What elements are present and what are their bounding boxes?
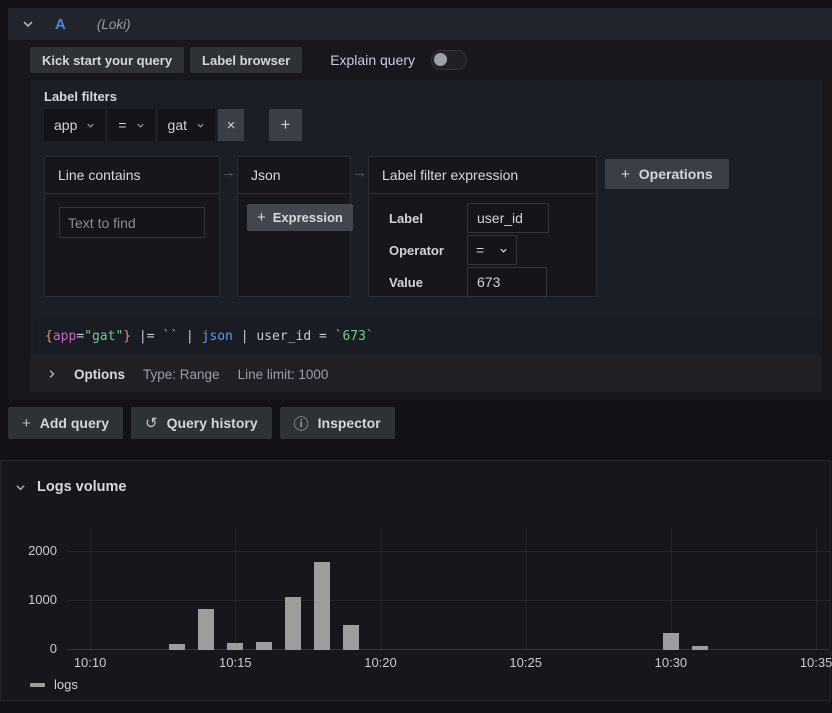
add-label-filter-button[interactable]: + [269, 109, 302, 141]
toggle-knob [434, 53, 447, 66]
inspector-button[interactable]: ⓘ Inspector [280, 407, 395, 439]
logs-volume-bar[interactable] [256, 642, 272, 650]
logs-series-marker [30, 683, 45, 687]
label-filter-value-value: gat [168, 117, 187, 133]
x-tick-label: 10:15 [219, 655, 252, 670]
x-tick-label: 10:10 [74, 655, 107, 670]
operation-label-filter-expression: Label filter expression Label Operator =… [368, 156, 597, 297]
logs-volume-header[interactable]: Logs volume [15, 479, 126, 495]
logs-series-label[interactable]: logs [54, 677, 78, 692]
x-tick-label: 10:25 [509, 655, 542, 670]
options-type: Type: Range [143, 367, 220, 382]
y-tick-label: 2000 [28, 543, 57, 558]
lfe-value-input[interactable] [467, 267, 547, 297]
y-axis: 010002000 [1, 528, 57, 650]
explore-actions: + Add query ↺ Query history ⓘ Inspector [8, 407, 395, 439]
x-tick-label: 10:35 [800, 655, 832, 670]
label-filter-operator-value: = [118, 117, 126, 133]
query-toolbar: Kick start your query Label browser Expl… [30, 47, 467, 73]
explain-query-label: Explain query [330, 52, 415, 68]
lfe-operator-label: Operator [389, 243, 467, 258]
options-label: Options [74, 367, 125, 382]
label-filters-row: app = gat × [44, 109, 302, 141]
operation-json: Json + Expression [237, 156, 351, 297]
logs-volume-bar[interactable] [285, 597, 301, 650]
pipeline-arrow-icon: → [351, 164, 368, 181]
query-preview: {app="gat"} |= `` | json | user_id = `67… [33, 319, 822, 354]
close-icon: × [227, 117, 236, 134]
y-tick-label: 0 [50, 641, 57, 656]
plus-icon: + [621, 166, 630, 183]
query-ref-id: A [55, 16, 66, 33]
chevron-down-icon [86, 121, 95, 130]
kick-start-query-button[interactable]: Kick start your query [30, 47, 184, 73]
logs-volume-bar[interactable] [343, 625, 359, 650]
v-gridline [381, 528, 382, 650]
line-contains-input[interactable] [59, 207, 205, 238]
logs-volume-bar[interactable] [314, 562, 330, 650]
options-line-limit: Line limit: 1000 [238, 367, 329, 382]
label-filter-operator-select[interactable]: = [108, 109, 154, 141]
add-operations-button[interactable]: + Operations [605, 159, 729, 189]
query-history-button[interactable]: ↺ Query history [131, 407, 272, 439]
label-filters-title: Label filters [44, 89, 117, 104]
add-expression-button[interactable]: + Expression [247, 204, 353, 231]
explore-view: A (Loki) Kick start your query Label bro… [0, 0, 832, 713]
x-tick-label: 10:20 [364, 655, 397, 670]
label-filter-value-select[interactable]: gat [158, 109, 215, 141]
datasource-label: (Loki) [97, 17, 131, 32]
query-builder: Label filters app = gat [30, 80, 822, 356]
chevron-right-icon [47, 369, 57, 379]
x-tick-label: 10:30 [655, 655, 688, 670]
x-axis: 10:10 10:15 10:20 10:25 10:30 10:35 [66, 655, 829, 671]
operation-line-contains-title[interactable]: Line contains [45, 157, 219, 194]
chart-legend: logs [30, 677, 78, 692]
y-tick-label: 1000 [28, 592, 57, 607]
operation-label-filter-expression-title[interactable]: Label filter expression [369, 157, 596, 194]
v-gridline [671, 528, 672, 650]
h-gridline [66, 600, 829, 601]
info-circle-icon: ⓘ [294, 413, 309, 434]
chevron-down-icon [196, 121, 205, 130]
add-query-button[interactable]: + Add query [8, 407, 123, 439]
logs-volume-bar[interactable] [663, 633, 679, 650]
h-gridline [66, 551, 829, 552]
label-filter-key-value: app [54, 117, 77, 133]
lfe-label-input[interactable] [467, 203, 549, 233]
plus-icon: + [257, 209, 266, 226]
logs-volume-bar[interactable] [198, 609, 214, 650]
chevron-down-icon [136, 121, 145, 130]
label-browser-button[interactable]: Label browser [190, 47, 302, 73]
logs-volume-bar[interactable] [692, 646, 708, 650]
lfe-value-label: Value [389, 275, 467, 290]
collapse-logs-volume-icon[interactable] [15, 482, 26, 493]
operation-json-title[interactable]: Json [238, 157, 350, 194]
v-gridline [90, 528, 91, 650]
pipeline-arrow-icon: → [220, 164, 237, 181]
logs-volume-bar[interactable] [227, 643, 243, 650]
operations-pipeline: Line contains → Json + Expression [44, 156, 729, 297]
options-row[interactable]: Options Type: Range Line limit: 1000 [30, 356, 822, 392]
v-gridline [235, 528, 236, 650]
logs-volume-title: Logs volume [37, 479, 126, 495]
v-gridline [526, 528, 527, 650]
label-filter-key-select[interactable]: app [44, 109, 105, 141]
history-icon: ↺ [145, 414, 158, 432]
logs-volume-bar[interactable] [169, 644, 185, 650]
collapse-query-row-icon[interactable] [22, 18, 34, 30]
logs-volume-plot[interactable] [66, 528, 829, 650]
lfe-label-label: Label [389, 211, 467, 226]
plus-icon: + [281, 115, 291, 135]
lfe-operator-select[interactable]: = [467, 235, 517, 265]
query-row-header[interactable]: A (Loki) [8, 8, 832, 40]
remove-label-filter-button[interactable]: × [218, 109, 244, 141]
plus-icon: + [22, 415, 31, 432]
query-row: A (Loki) Kick start your query Label bro… [8, 8, 832, 400]
operation-line-contains: Line contains [44, 156, 220, 297]
explain-query-toggle[interactable] [431, 50, 467, 70]
logs-volume-panel: Logs volume 010002000 10:1010:1510:2010:… [0, 460, 831, 701]
v-gridline [816, 528, 817, 650]
chevron-down-icon [499, 242, 508, 258]
